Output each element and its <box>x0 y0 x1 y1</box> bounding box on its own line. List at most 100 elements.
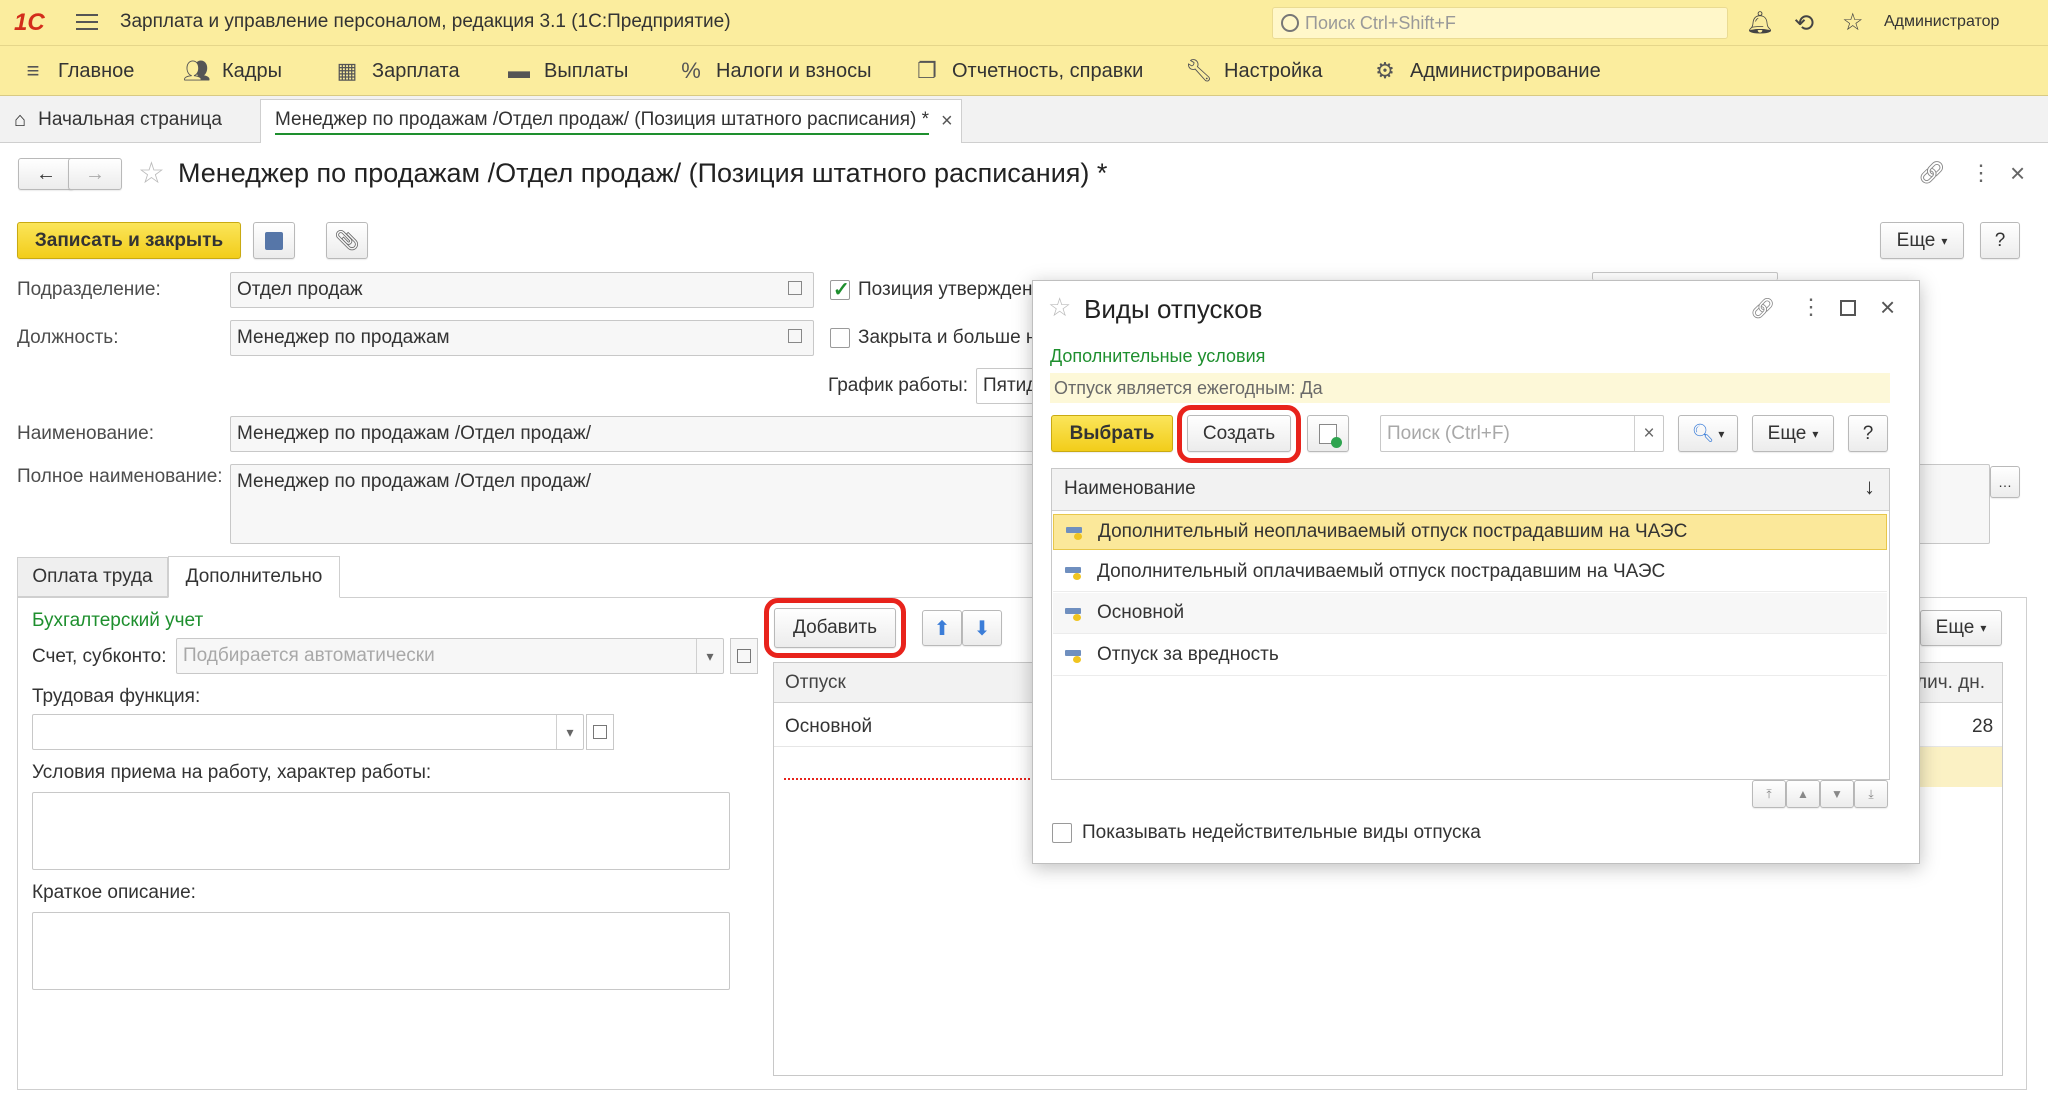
form-help-button[interactable]: ? <box>1980 222 2020 259</box>
dialog-more-button[interactable]: Еще ▾ <box>1752 415 1834 452</box>
leaves-row-days[interactable]: 28 <box>1972 716 1993 738</box>
leaves-row-name[interactable]: Основной <box>785 716 872 738</box>
menu-item-administration[interactable]: ⚙ Администрирование <box>1372 46 1601 96</box>
menu-item-reports[interactable]: ❐ Отчетность, справки <box>914 46 1143 96</box>
account-dropdown-icon[interactable]: ▾ <box>696 639 723 673</box>
conditions-field[interactable] <box>32 792 730 870</box>
favorites-star-icon[interactable]: ☆ <box>1842 8 1868 36</box>
position-field[interactable]: Менеджер по продажам <box>230 320 814 356</box>
dialog-search-input[interactable]: Поиск (Ctrl+F) × <box>1380 415 1664 452</box>
labor-function-dropdown-icon[interactable]: ▾ <box>556 715 583 749</box>
dialog-search-clear-icon[interactable]: × <box>1634 416 1663 451</box>
dialog-conditions-title: Дополнительные условия <box>1050 346 1266 366</box>
show-invalid-checkbox[interactable] <box>1052 823 1072 843</box>
list-item-selected[interactable]: Дополнительный неоплачиваемый отпуск пос… <box>1053 514 1887 550</box>
dialog-create-button[interactable]: Создать <box>1187 415 1291 452</box>
menu-item-settings[interactable]: 🔧︎ Настройка <box>1185 46 1322 96</box>
name-field[interactable]: Менеджер по продажам /Отдел продаж/ <box>230 416 1036 452</box>
gear-icon: ⚙ <box>1375 58 1395 83</box>
leave-type-icon <box>1065 605 1083 621</box>
checkmark-icon: ✓ <box>833 279 850 301</box>
close-form-icon[interactable]: × <box>2010 158 2025 189</box>
back-button[interactable]: ← <box>18 158 74 190</box>
dialog-help-button[interactable]: ? <box>1848 415 1888 452</box>
calculator-icon: ▦ <box>336 58 358 83</box>
hidden-field-right[interactable] <box>1592 272 1778 280</box>
list-item-label: Основной <box>1097 602 1185 623</box>
tab-close-icon[interactable]: × <box>941 110 953 133</box>
list-item[interactable]: Отпуск за вредность <box>1053 635 1887 676</box>
closed-label: Закрыта и больше н <box>858 327 1037 348</box>
save-close-button[interactable]: Записать и закрыть <box>17 222 241 259</box>
main-menu-icon[interactable] <box>76 14 98 32</box>
save-button[interactable] <box>253 222 295 259</box>
open-division-icon[interactable] <box>788 281 802 295</box>
conditions-label: Условия приема на работу, характер работ… <box>32 762 432 783</box>
schedule-field[interactable]: Пятид <box>976 368 1037 404</box>
list-prev-button[interactable]: ▲ <box>1786 780 1820 808</box>
forward-button[interactable]: → <box>68 158 122 190</box>
account-field[interactable]: Подбирается автоматически ▾ <box>176 638 724 674</box>
list-last-button[interactable]: ⤓ <box>1854 780 1888 808</box>
dialog-close-icon[interactable]: × <box>1880 292 1895 323</box>
form-more-button[interactable]: Еще ▾ <box>1880 222 1964 259</box>
dialog-link-icon[interactable]: 🔗︎ <box>1750 296 1775 321</box>
dialog-star-icon[interactable]: ☆ <box>1048 292 1071 323</box>
column-name-header[interactable]: Наименование <box>1064 478 1196 500</box>
triangle-up-icon: ▲ <box>1797 787 1809 801</box>
list-item-label: Отпуск за вредность <box>1097 644 1279 665</box>
menu-item-salary[interactable]: ▦ Зарплата <box>334 46 460 96</box>
tab-home[interactable]: ⌂ Начальная страница <box>14 104 222 136</box>
division-value: Отдел продаж <box>237 279 363 300</box>
dialog-maximize-icon[interactable] <box>1840 300 1856 316</box>
labor-function-field[interactable]: ▾ <box>32 714 584 750</box>
more-vertical-icon[interactable]: ⋮ <box>1970 160 1992 186</box>
app-logo[interactable]: 1С <box>14 8 54 38</box>
menu-item-taxes[interactable]: % Налоги и взносы <box>678 46 871 96</box>
link-icon[interactable]: 🔗︎ <box>1918 160 1946 186</box>
menu-item-personnel[interactable]: 👥︎ Кадры <box>183 46 282 96</box>
tab-extra[interactable]: Дополнительно <box>168 556 340 598</box>
leave-type-icon <box>1065 647 1083 663</box>
approved-checkbox[interactable]: ✓ <box>830 279 850 301</box>
leaves-more-button[interactable]: Еще ▾ <box>1920 610 2002 646</box>
tab-pay[interactable]: Оплата труда <box>17 557 168 597</box>
dialog-filter-text: Отпуск является ежегодным: Да <box>1054 377 1323 398</box>
tab-active-document[interactable]: Менеджер по продажам /Отдел продаж/ (Поз… <box>260 99 962 143</box>
history-icon[interactable]: ⟲ <box>1794 9 1820 37</box>
global-search-input[interactable]: Поиск Ctrl+Shift+F <box>1272 7 1728 39</box>
account-open-icon[interactable] <box>730 638 758 674</box>
hamburger-icon: ≡ <box>26 58 40 83</box>
labor-function-open-icon[interactable] <box>586 714 614 750</box>
bell-icon[interactable]: 🔔︎ <box>1746 10 1774 35</box>
list-first-button[interactable]: ⤒ <box>1752 780 1786 808</box>
people-icon: 👥︎ <box>183 58 211 83</box>
name-label: Наименование: <box>17 423 154 444</box>
dialog-select-button[interactable]: Выбрать <box>1051 415 1173 452</box>
move-down-button[interactable]: ⬇ <box>962 610 1002 646</box>
attach-button[interactable]: 📎︎ <box>326 222 368 259</box>
short-description-field[interactable] <box>32 912 730 990</box>
open-position-icon[interactable] <box>788 329 802 343</box>
dialog-copy-button[interactable] <box>1307 415 1349 452</box>
closed-checkbox[interactable] <box>830 328 850 348</box>
menu-item-label: Зарплата <box>372 59 460 82</box>
division-field[interactable]: Отдел продаж <box>230 272 814 308</box>
menu-item-main[interactable]: ≡ Главное <box>20 46 135 96</box>
favorite-star-icon[interactable]: ☆ <box>138 156 165 191</box>
move-up-button[interactable]: ⬆ <box>922 610 962 646</box>
fullname-expand-button[interactable]: … <box>1990 466 2020 498</box>
user-name[interactable]: Администратор <box>1884 13 1999 31</box>
sort-arrow-icon[interactable]: ↓ <box>1864 474 1875 500</box>
list-next-button[interactable]: ▼ <box>1820 780 1854 808</box>
add-leave-button[interactable]: Добавить <box>774 608 896 648</box>
menu-item-payments[interactable]: ▬ Выплаты <box>506 46 628 96</box>
wallet-icon: ▬ <box>508 58 530 83</box>
dialog-more-vertical-icon[interactable]: ⋮ <box>1800 294 1822 320</box>
leaves-more-label: Еще <box>1935 617 1975 638</box>
list-item[interactable]: Основной <box>1053 593 1887 634</box>
arrow-up-icon: ⬆ <box>933 617 951 640</box>
first-page-icon: ⤒ <box>1766 786 1772 801</box>
dialog-search-button[interactable]: 🔍︎ ▾ <box>1678 415 1738 452</box>
list-item[interactable]: Дополнительный оплачиваемый отпуск постр… <box>1053 552 1887 592</box>
